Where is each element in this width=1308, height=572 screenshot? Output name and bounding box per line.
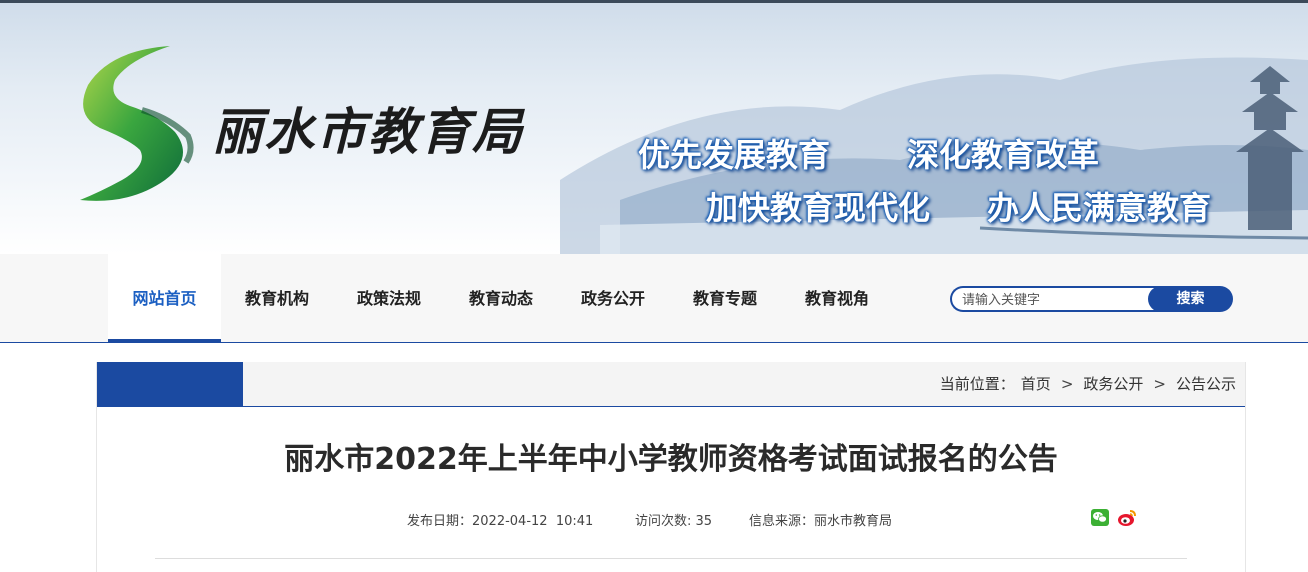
publish-date-value: 2022-04-12 10:41 <box>472 514 594 529</box>
info-source-value: 丽水市教育局 <box>814 514 893 529</box>
visit-count: 访问次数: 35 <box>635 510 712 529</box>
breadcrumb-bar: 当前位置： 首页 > 政务公开 > 公告公示 <box>97 362 1245 407</box>
article-title: 丽水市2022年上半年中小学教师资格考试面试报名的公告 <box>284 442 1058 477</box>
nav-item-gov-affairs[interactable]: 政务公开 <box>557 254 669 342</box>
header-banner: 丽水市教育局 优先发展教育 深化教育改革 加快教育现代化 办人民满意教育 <box>0 0 1308 254</box>
breadcrumb-item-home[interactable]: 首页 <box>1021 375 1051 393</box>
breadcrumb: 当前位置： 首页 > 政务公开 > 公告公示 <box>937 362 1239 406</box>
info-source-label: 信息来源： <box>749 514 815 529</box>
search-button[interactable]: 搜索 <box>1148 286 1233 312</box>
slogan-1: 优先发展教育 <box>638 136 831 174</box>
breadcrumb-separator: > <box>1153 375 1166 393</box>
article-divider <box>155 558 1187 559</box>
search-box: 搜索 <box>950 286 1233 312</box>
breadcrumb-item-notices[interactable]: 公告公示 <box>1176 375 1236 393</box>
nav-item-news[interactable]: 教育动态 <box>445 254 557 342</box>
wechat-icon[interactable] <box>1091 509 1109 526</box>
weibo-icon[interactable] <box>1117 508 1137 528</box>
slogan-4: 办人民满意教育 <box>987 189 1212 227</box>
slogan-3: 加快教育现代化 <box>706 189 931 227</box>
search-input[interactable] <box>950 286 1162 312</box>
publish-date: 发布日期：2022-04-12 10:41 <box>407 510 593 529</box>
breadcrumb-item-gov-affairs[interactable]: 政务公开 <box>1083 375 1143 393</box>
publish-date-label: 发布日期： <box>407 514 473 529</box>
visit-count-value: 35 <box>695 514 713 529</box>
info-source: 信息来源：丽水市教育局 <box>749 510 892 529</box>
section-tab <box>97 362 243 406</box>
nav-item-topics[interactable]: 教育专题 <box>669 254 781 342</box>
nav-item-institutions[interactable]: 教育机构 <box>221 254 333 342</box>
nav-item-perspectives[interactable]: 教育视角 <box>781 254 893 342</box>
breadcrumb-prefix: 当前位置： <box>939 375 1015 393</box>
slogan-2: 深化教育改革 <box>907 136 1100 174</box>
nav-item-home[interactable]: 网站首页 <box>108 254 221 342</box>
breadcrumb-separator: > <box>1060 375 1074 393</box>
article-panel: 当前位置： 首页 > 政务公开 > 公告公示 丽水市2022年上半年中小学教师资格考试面试… <box>96 362 1246 572</box>
nav-item-policies[interactable]: 政策法规 <box>333 254 445 342</box>
bureau-logo-icon <box>80 46 194 201</box>
site-name: 丽水市教育局 <box>212 102 524 161</box>
visit-count-label: 访问次数: <box>635 514 692 529</box>
